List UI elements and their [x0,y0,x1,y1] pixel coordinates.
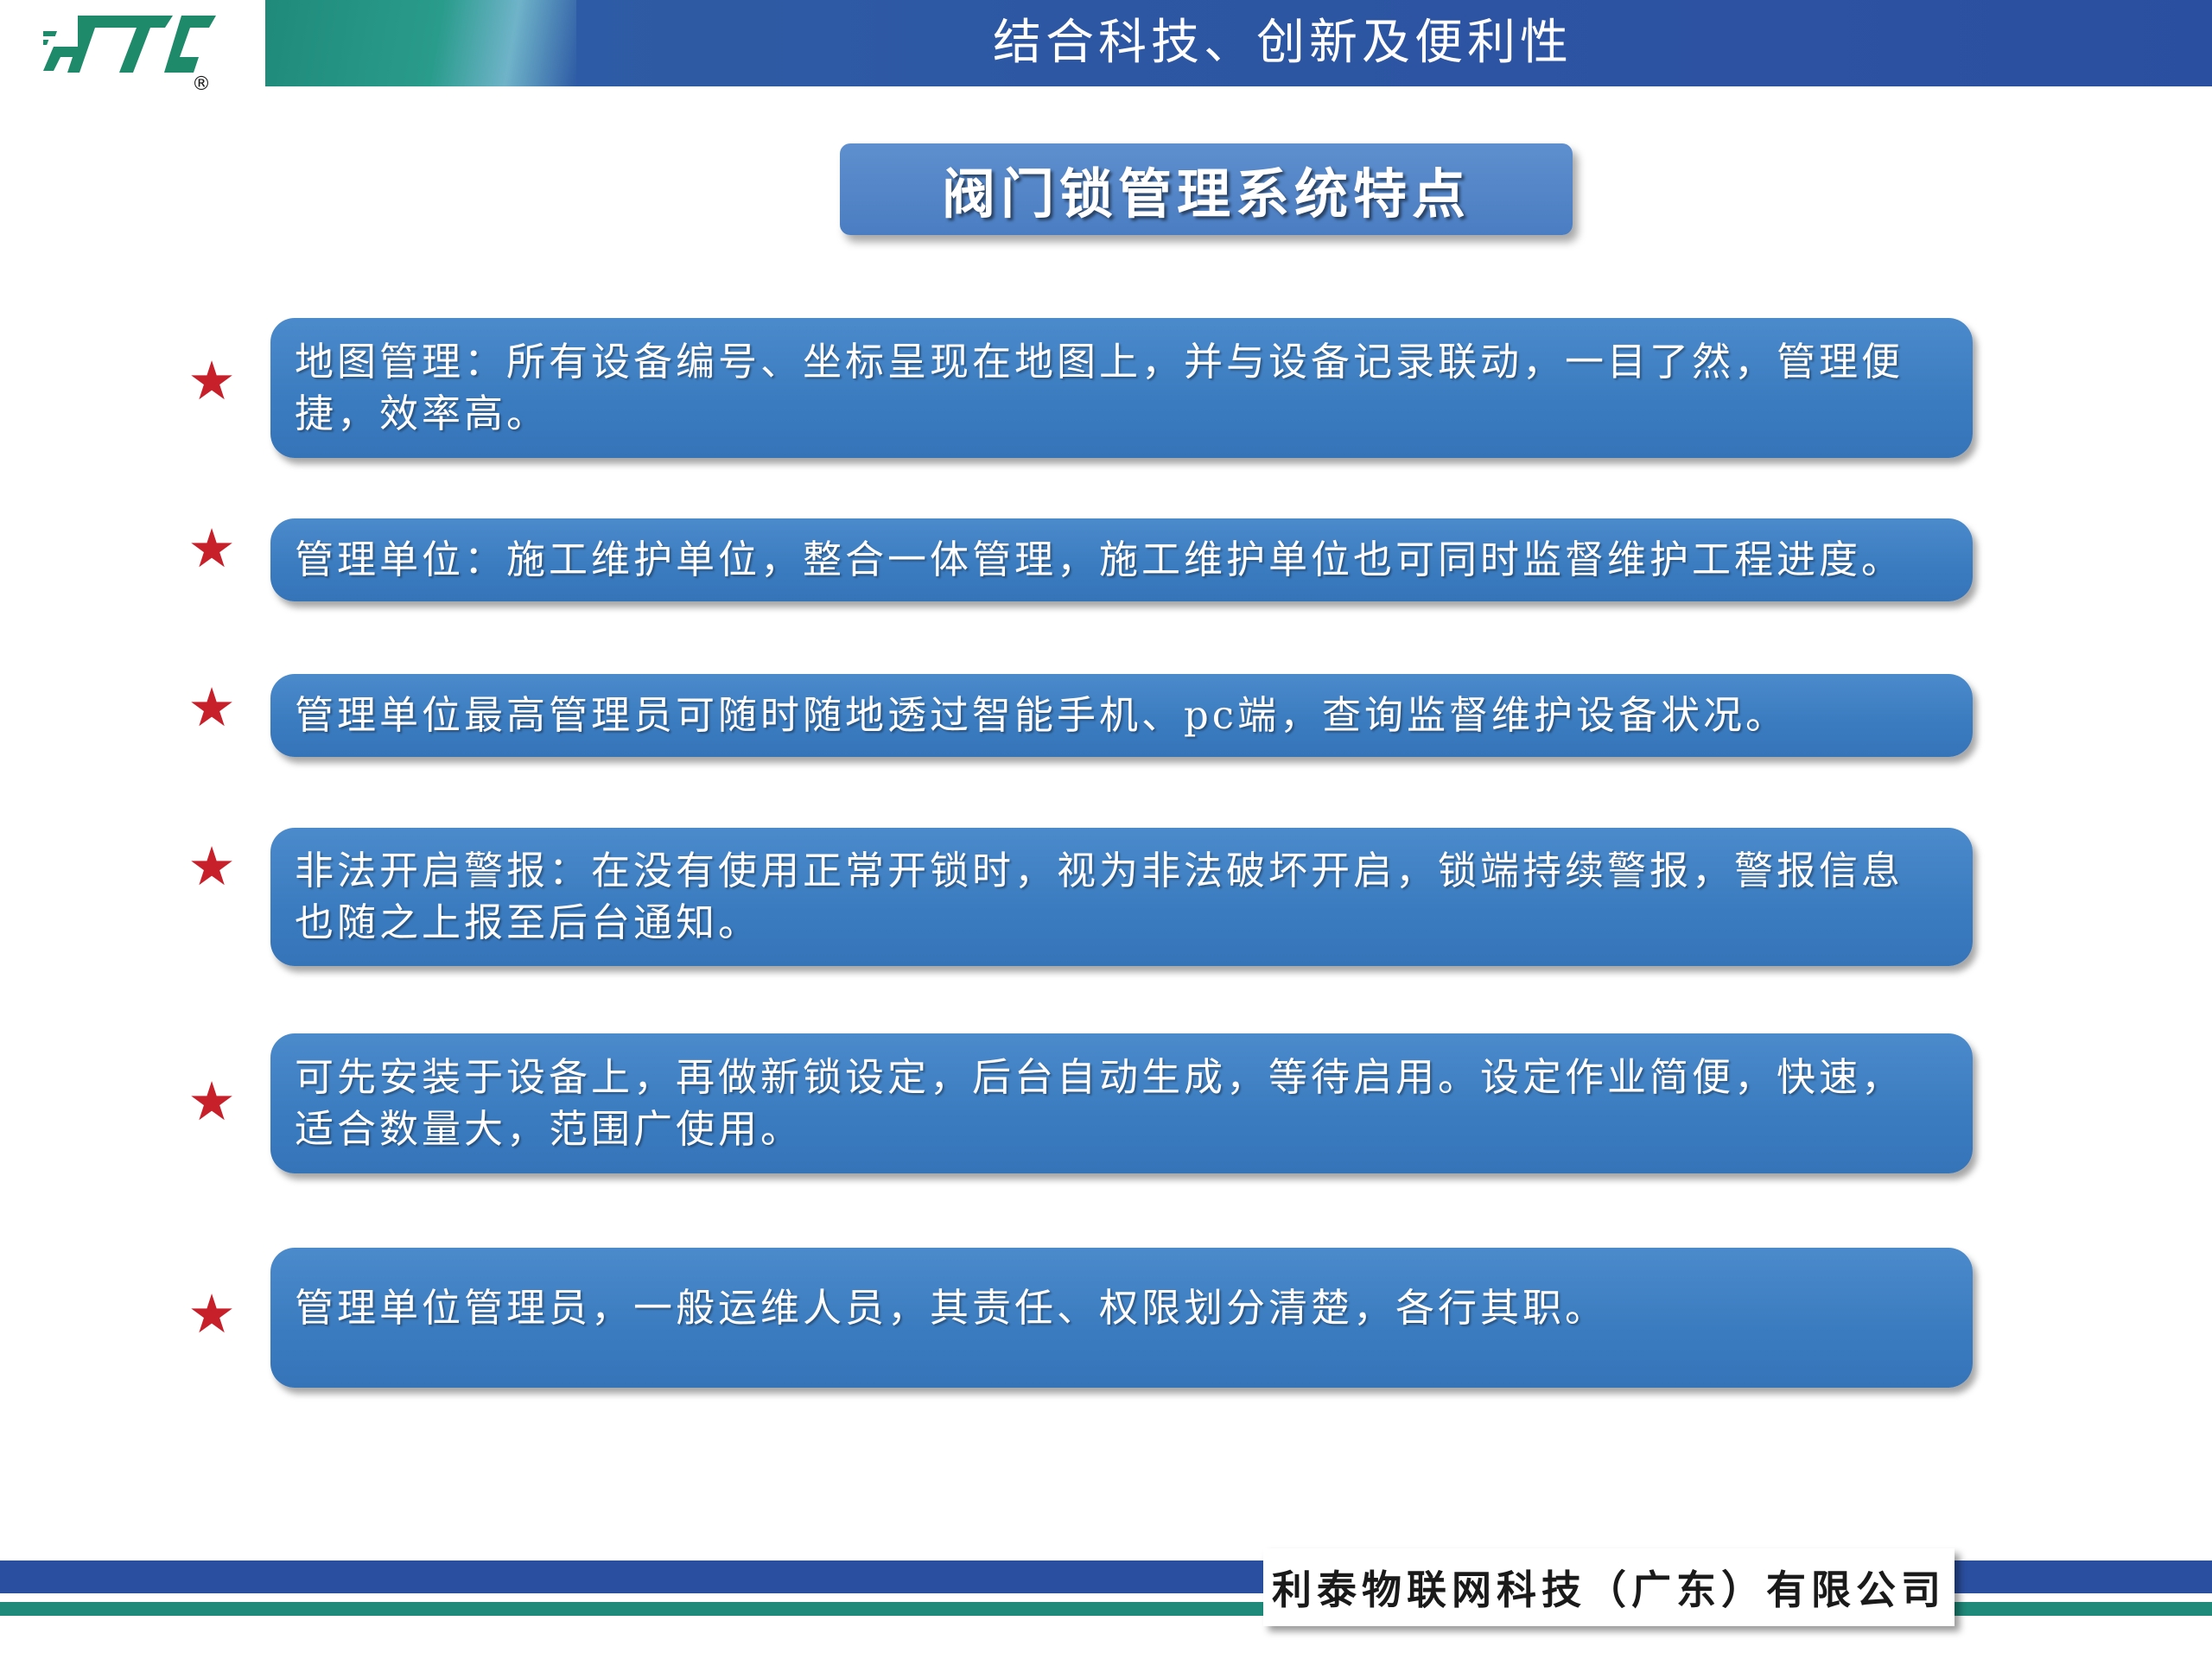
company-name-box: 利泰物联网科技（广东）有限公司 [1263,1548,1955,1626]
feature-box: 地图管理：所有设备编号、坐标呈现在地图上，并与设备记录联动，一目了然，管理便捷，… [270,318,1973,458]
feature-box: 管理单位：施工维护单位，整合一体管理，施工维护单位也可同时监督维护工程进度。 [270,518,1973,601]
registered-mark: ® [192,73,211,95]
feature-text: 地图管理：所有设备编号、坐标呈现在地图上，并与设备记录联动，一目了然，管理便捷，… [295,339,1904,436]
feature-text: 管理单位：施工维护单位，整合一体管理，施工维护单位也可同时监督维护工程进度。 [295,537,1904,582]
feature-text: 可先安装于设备上，再做新锁设定，后台自动生成，等待启用。设定作业简便，快速，适合… [295,1054,1904,1152]
logo-mark [43,16,216,73]
header-title: 结合科技、创新及便利性 [993,15,1573,71]
star-icon: ★ [188,1070,236,1133]
feature-text: 管理单位最高管理员可随时随地透过智能手机、pc端，查询监督维护设备状况。 [295,692,1789,738]
feature-box: 可先安装于设备上，再做新锁设定，后台自动生成，等待启用。设定作业简便，快速，适合… [270,1033,1973,1173]
star-icon: ★ [188,349,236,412]
feature-box: 管理单位最高管理员可随时随地透过智能手机、pc端，查询监督维护设备状况。 [270,674,1973,757]
star-icon: ★ [188,517,236,580]
company-name: 利泰物联网科技（广东）有限公司 [1272,1567,1946,1613]
star-icon: ★ [188,1282,236,1345]
feature-text: 非法开启警报：在没有使用正常开锁时，视为非法破坏开启，锁端持续警报，警报信息也随… [295,848,1904,945]
feature-box: 非法开启警报：在没有使用正常开锁时，视为非法破坏开启，锁端持续警报，警报信息也随… [270,828,1973,966]
section-heading-box: 阀门锁管理系统特点 [840,143,1573,235]
feature-text: 管理单位管理员，一般运维人员，其责任、权限划分清楚，各行其职。 [295,1285,1608,1331]
star-icon: ★ [188,835,236,898]
company-logo: ® [43,16,216,95]
star-icon: ★ [188,676,236,739]
feature-box: 管理单位管理员，一般运维人员，其责任、权限划分清楚，各行其职。 [270,1248,1973,1388]
section-heading: 阀门锁管理系统特点 [941,162,1471,226]
header-accent-stripe [265,0,576,86]
header-bar: 结合科技、创新及便利性 [265,0,2212,86]
